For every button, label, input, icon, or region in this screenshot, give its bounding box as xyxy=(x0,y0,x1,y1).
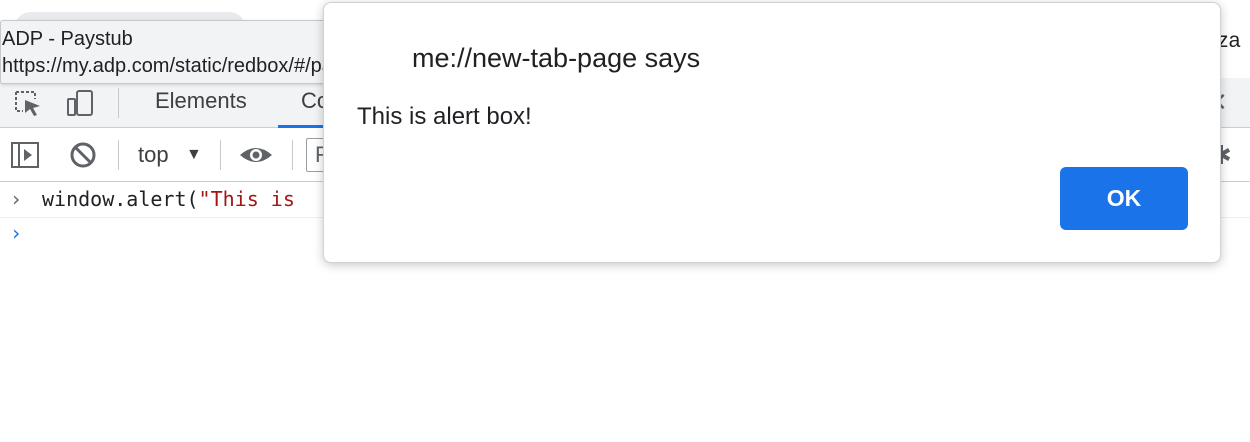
chevron-down-icon[interactable]: ▼ xyxy=(186,146,202,164)
code-text: window.alert( xyxy=(42,187,199,211)
tab-elements[interactable]: Elements xyxy=(155,88,247,114)
toolbar-divider xyxy=(118,88,119,118)
eye-icon[interactable] xyxy=(238,140,274,170)
clear-console-icon[interactable] xyxy=(68,140,98,170)
ok-button[interactable]: OK xyxy=(1060,167,1188,230)
screen: nza Elements Co ✕ xyxy=(0,0,1250,442)
device-toggle-icon[interactable] xyxy=(64,88,96,118)
inspect-element-icon[interactable] xyxy=(12,88,44,118)
code-string: "This is xyxy=(198,187,295,211)
toolbar-divider xyxy=(220,140,221,170)
dialog-message: This is alert box! xyxy=(357,103,532,130)
prompt-chevron-icon: › xyxy=(10,221,23,245)
context-selector[interactable]: top xyxy=(138,142,169,168)
toolbar-divider xyxy=(118,140,119,170)
prompt-chevron-icon: › xyxy=(10,187,23,211)
alert-dialog: me://new-tab-page says This is alert box… xyxy=(323,2,1221,263)
console-code-line: window.alert("This is xyxy=(42,187,295,211)
sidebar-toggle-icon[interactable] xyxy=(10,140,40,170)
dialog-title: me://new-tab-page says xyxy=(412,43,701,73)
toolbar-divider xyxy=(292,140,293,170)
